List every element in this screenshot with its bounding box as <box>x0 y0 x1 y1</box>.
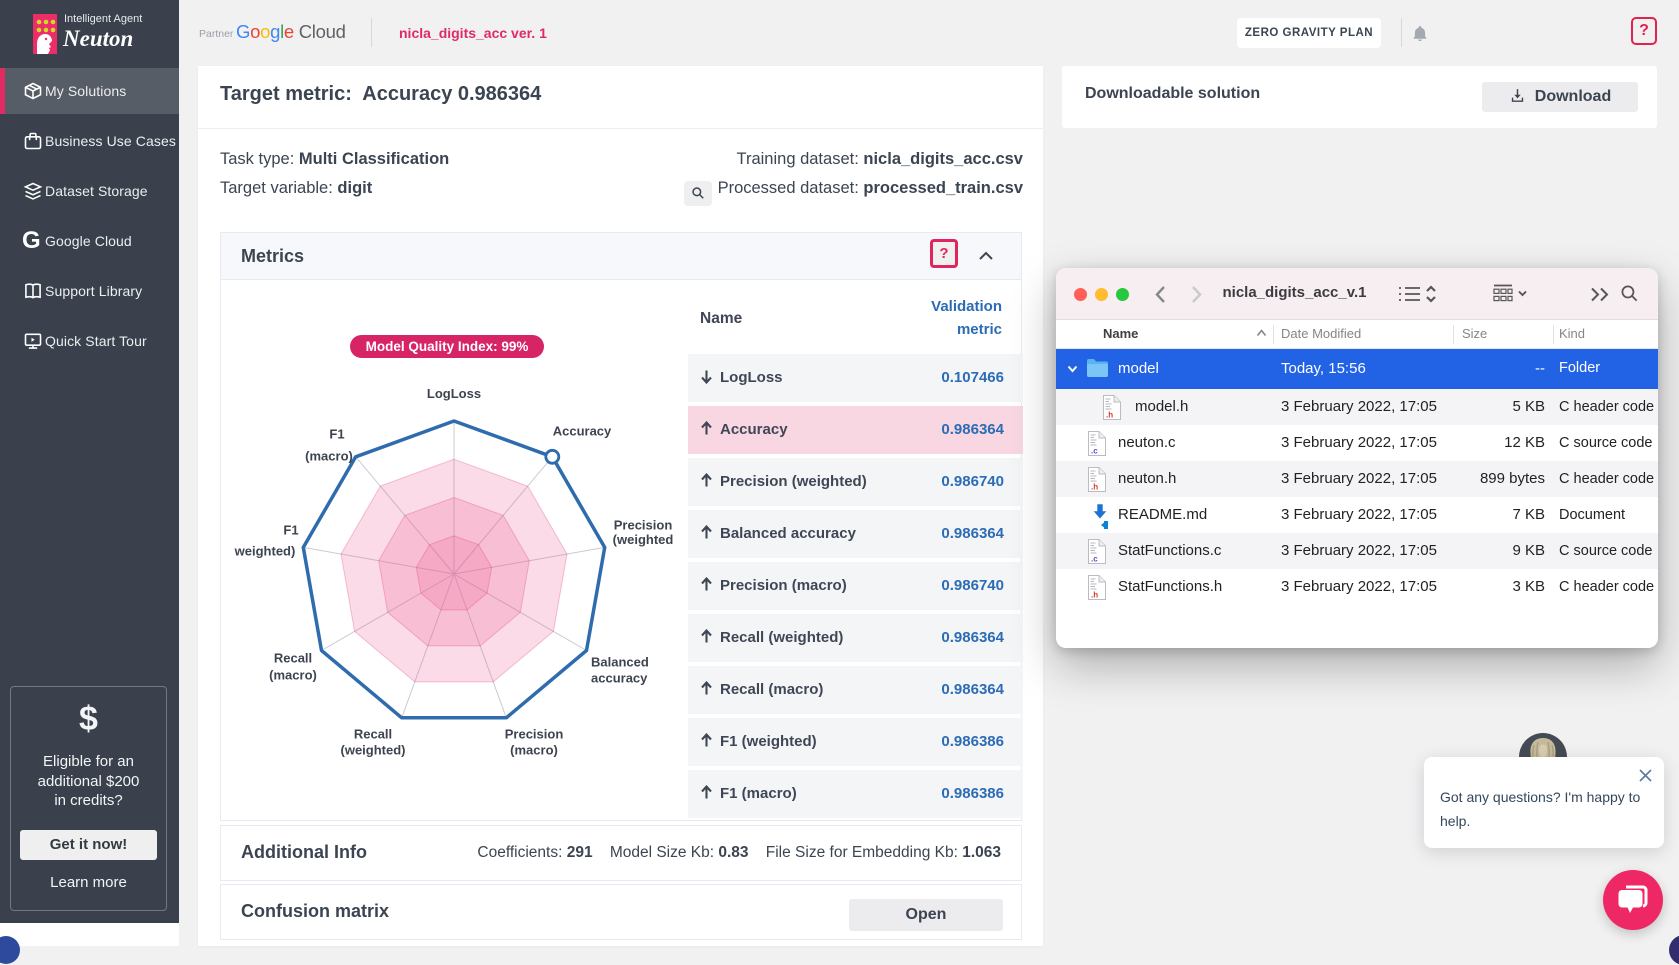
svg-text:F1: F1 <box>329 427 344 442</box>
svg-text:(macro): (macro) <box>269 668 317 683</box>
svg-text:accuracy: accuracy <box>591 671 648 686</box>
svg-text:LogLoss: LogLoss <box>427 386 481 401</box>
svg-text:Recall: Recall <box>354 727 392 742</box>
svg-text:Precision: Precision <box>614 518 673 533</box>
svg-text:F1: F1 <box>283 523 298 538</box>
svg-text:(weighted): (weighted) <box>341 743 406 758</box>
svg-text:Precision: Precision <box>505 727 564 742</box>
svg-text:(weighted: (weighted <box>613 532 674 547</box>
svg-text:Accuracy: Accuracy <box>553 424 612 439</box>
svg-text:Balanced: Balanced <box>591 655 649 670</box>
svg-text:(macro): (macro) <box>305 449 353 464</box>
svg-text:Recall: Recall <box>274 651 312 666</box>
svg-text:weighted): weighted) <box>234 544 296 559</box>
svg-text:(macro): (macro) <box>510 743 558 758</box>
